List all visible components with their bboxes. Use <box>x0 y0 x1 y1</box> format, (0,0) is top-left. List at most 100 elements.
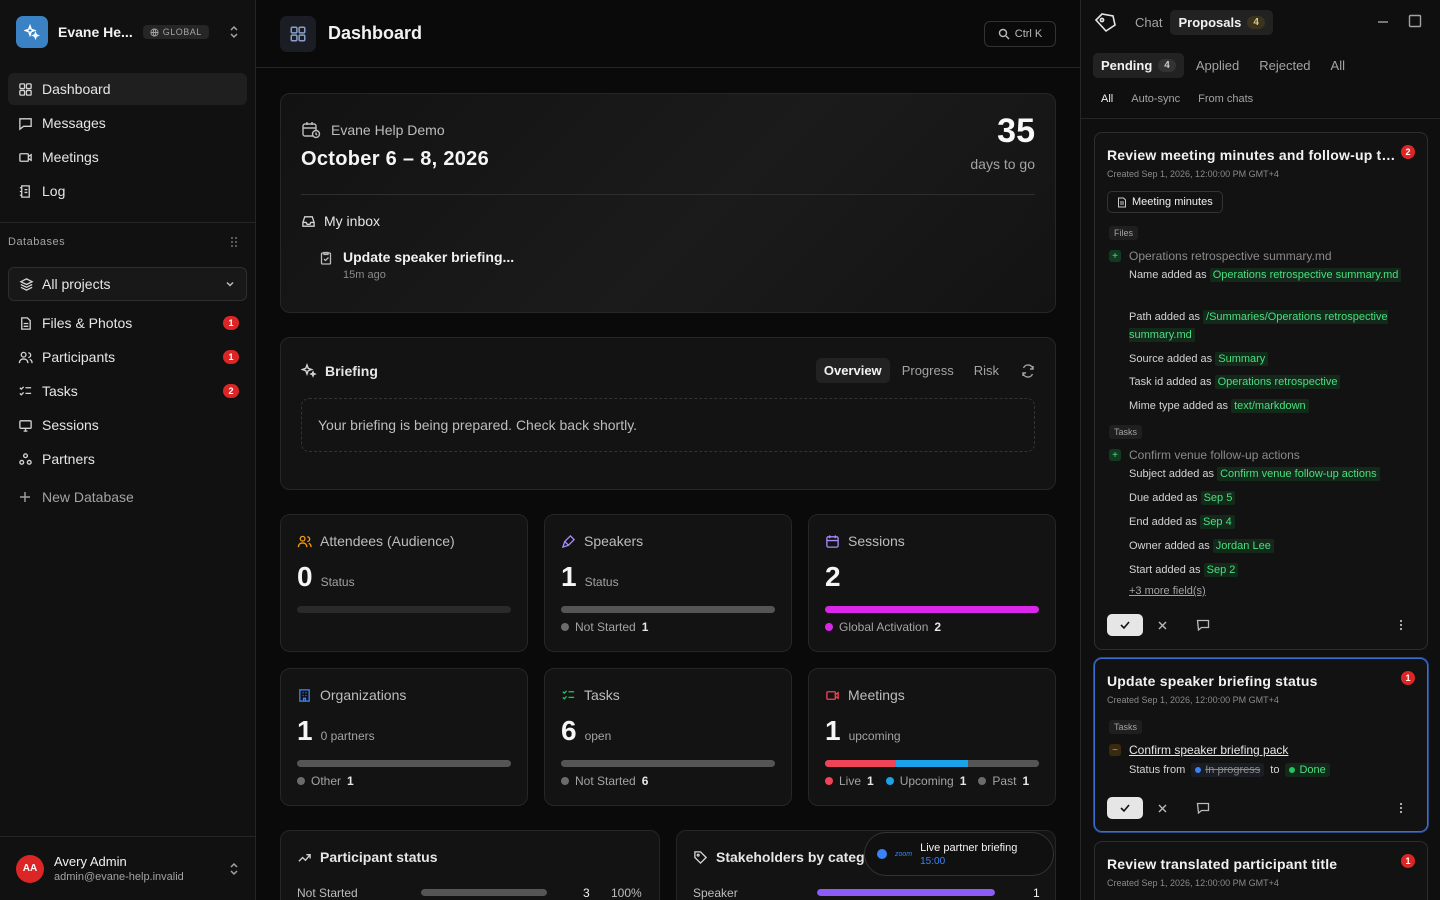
sparkle-icon <box>301 363 317 379</box>
db-item-tasks[interactable]: Tasks 2 <box>8 375 247 407</box>
new-database-button[interactable]: New Database <box>8 481 247 513</box>
refresh-icon[interactable] <box>1021 363 1035 378</box>
nav-item-meetings[interactable]: Meetings <box>8 141 247 173</box>
stat-card-attendees[interactable]: Attendees (Audience) 0 Status <box>280 514 528 652</box>
days-to-go-count: 35 <box>997 112 1035 150</box>
approve-button[interactable] <box>1107 614 1143 636</box>
stat-bar-segment <box>825 760 897 767</box>
db-item-sessions[interactable]: Sessions <box>8 409 247 441</box>
stat-card-meetings[interactable]: Meetings 1 upcoming Live 1 Upcoming 1 Past 1 <box>808 668 1056 806</box>
row-label: Not Started <box>297 886 358 900</box>
reject-button[interactable] <box>1157 803 1168 814</box>
file-name: Operations retrospective summary.md <box>1129 249 1332 263</box>
nav-label: Log <box>42 183 66 199</box>
briefing-card: Briefing Overview Progress Risk Your bri… <box>280 337 1056 490</box>
field-value: Operations retrospective summary.md <box>1209 268 1402 282</box>
users-icon <box>297 534 312 549</box>
tab-progress[interactable]: Progress <box>894 358 962 383</box>
db-item-participants[interactable]: Participants 1 <box>8 341 247 373</box>
status-new-value: Done <box>1299 764 1326 776</box>
task-link[interactable]: Confirm speaker briefing pack <box>1129 743 1288 757</box>
stat-card-sessions[interactable]: Sessions 2 Global Activation 2 <box>808 514 1056 652</box>
nav-item-dashboard[interactable]: Dashboard <box>8 73 247 105</box>
project-filter-select[interactable]: All projects <box>8 267 247 301</box>
top-bar: Dashboard Ctrl K <box>256 0 1080 68</box>
comment-button[interactable] <box>1196 618 1210 632</box>
tab-proposals[interactable]: Proposals 4 <box>1170 9 1273 35</box>
db-label: Tasks <box>42 383 78 399</box>
proposal-card[interactable]: Review meeting minutes and follow-up tas… <box>1094 132 1428 650</box>
source-chip[interactable]: Meeting minutes <box>1107 191 1223 213</box>
tag-icon <box>693 850 708 865</box>
tab-chat[interactable]: Chat <box>1127 10 1170 35</box>
project-filter-value: All projects <box>42 276 111 292</box>
tab-overview[interactable]: Overview <box>815 358 890 383</box>
db-label: Sessions <box>42 417 99 433</box>
stat-card-speakers[interactable]: Speakers 1 Status Not Started 1 <box>544 514 792 652</box>
stat-legend: Live 1 Upcoming 1 Past 1 <box>825 774 1029 788</box>
stat-card-organizations[interactable]: Organizations 1 0 partners Other 1 <box>280 668 528 806</box>
stat-value: 1 <box>297 715 313 746</box>
plus-icon: + <box>1109 250 1121 262</box>
event-card: Evane Help Demo October 6 – 8, 2026 35 d… <box>280 93 1056 313</box>
legend-label: Global Activation <box>839 620 929 634</box>
new-database-label: New Database <box>42 489 134 505</box>
maximize-icon[interactable] <box>1408 14 1422 28</box>
proposal-card[interactable]: Update speaker briefing status 1 Created… <box>1094 658 1428 832</box>
inbox-item[interactable]: Update speaker briefing... 15m ago <box>319 249 514 281</box>
legend-item: Live 1 <box>825 774 874 788</box>
nav-item-messages[interactable]: Messages <box>8 107 247 139</box>
tab-applied[interactable]: Applied <box>1188 53 1247 78</box>
nav-label: Messages <box>42 115 106 131</box>
status-from-label: Status from <box>1129 764 1186 776</box>
user-name: Avery Admin <box>54 854 127 869</box>
live-meeting-toast[interactable]: zoom Live partner briefing 15:00 <box>864 832 1054 876</box>
filter-auto-sync[interactable]: Auto-sync <box>1131 93 1180 105</box>
tab-pending[interactable]: Pending 4 <box>1093 53 1184 78</box>
field-value: Jordan Lee <box>1212 539 1274 553</box>
approve-button[interactable] <box>1107 797 1143 819</box>
more-options-icon[interactable] <box>1399 619 1403 631</box>
db-label: Participants <box>42 349 116 365</box>
tab-rejected[interactable]: Rejected <box>1251 53 1318 78</box>
field-change: Task id added as Operations retrospectiv… <box>1129 373 1419 391</box>
stat-title: Organizations <box>320 687 407 703</box>
tab-all[interactable]: All <box>1323 53 1353 78</box>
page-title: Dashboard <box>328 23 423 43</box>
sidebar: Evane He... GLOBAL Dashboard Messages Me… <box>0 0 256 900</box>
status-new-pill: Done <box>1285 763 1330 777</box>
stat-unit: upcoming <box>848 729 901 743</box>
field-label: End added as <box>1129 516 1197 528</box>
proposal-meta: Created Sep 1, 2026, 12:00:00 PM GMT+4 <box>1107 878 1279 888</box>
proposal-title: Review translated participant title <box>1107 856 1338 872</box>
grip-icon[interactable] <box>230 236 238 248</box>
db-item-files-photos[interactable]: Files & Photos 1 <box>8 307 247 339</box>
comment-button[interactable] <box>1196 801 1210 815</box>
more-options-icon[interactable] <box>1399 802 1403 814</box>
stat-card-tasks[interactable]: Tasks 6 open Not Started 6 <box>544 668 792 806</box>
nav-label: Meetings <box>42 149 99 165</box>
section-tag: Files <box>1109 226 1139 240</box>
user-menu[interactable]: AA Avery Admin admin@evane-help.invalid <box>0 836 256 900</box>
legend-item: Not Started 1 <box>561 620 648 634</box>
plus-icon: + <box>1109 449 1121 461</box>
field-value: Confirm venue follow-up actions <box>1217 467 1380 481</box>
scope-label: GLOBAL <box>162 27 202 37</box>
tab-risk[interactable]: Risk <box>966 358 1007 383</box>
workspace-switcher[interactable]: Evane He... GLOBAL <box>16 16 240 48</box>
proposal-card[interactable]: Review translated participant title 1 Cr… <box>1094 841 1428 900</box>
more-fields-link[interactable]: +3 more field(s) <box>1129 585 1206 597</box>
filter-from-chats[interactable]: From chats <box>1198 93 1253 105</box>
stat-unit: Status <box>584 575 619 589</box>
reject-button[interactable] <box>1157 620 1168 631</box>
filter-all[interactable]: All <box>1101 93 1113 105</box>
minimize-icon[interactable] <box>1377 14 1389 28</box>
nav-label: Dashboard <box>42 81 111 97</box>
nav-item-log[interactable]: Log <box>8 175 247 207</box>
comment-icon <box>1196 619 1210 632</box>
calendar-clock-icon <box>301 120 321 140</box>
field-label: Mime type added as <box>1129 400 1229 412</box>
row-bar-track <box>421 889 547 896</box>
command-search-button[interactable]: Ctrl K <box>984 21 1056 47</box>
db-item-partners[interactable]: Partners <box>8 443 247 475</box>
